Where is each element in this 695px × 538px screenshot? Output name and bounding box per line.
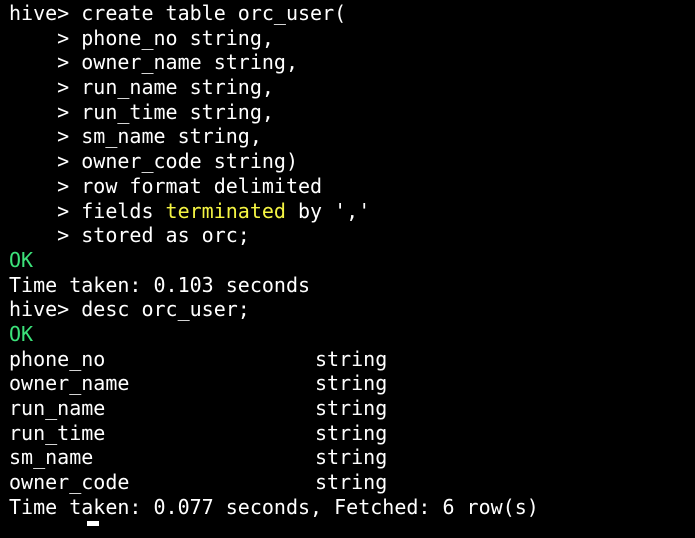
continuation-line: > owner_code string) (9, 149, 695, 174)
continuation-line: > run_time string, (9, 100, 695, 125)
continuation-line: > phone_no string, (9, 26, 695, 51)
hive-prompt: hive> (9, 1, 82, 25)
column-def-run-name: run_name string, (81, 75, 274, 100)
time-taken-create: Time taken: 0.103 seconds (9, 272, 311, 297)
cursor-line (9, 519, 695, 538)
continuation-line: > row format delimited (9, 174, 695, 199)
continuation-line: > fields terminated by ',' (9, 199, 695, 224)
row-format-clause: row format delimited (81, 173, 323, 198)
hive-create-command-line: hive> create table orc_user( (9, 1, 695, 26)
column-def-run-time: run_time string, (81, 99, 274, 124)
continuation-prompt: > (9, 149, 82, 174)
terminated-keyword: terminated (165, 198, 286, 223)
desc-column-type: string (315, 396, 388, 420)
continuation-prompt: > (9, 198, 82, 223)
desc-column-name: run_time (9, 420, 106, 445)
continuation-prompt: > (9, 223, 82, 248)
desc-column-type: string (315, 420, 388, 445)
desc-column-name: phone_no (9, 346, 106, 371)
desc-result-row: owner_name string (9, 371, 695, 396)
desc-result-row: sm_name string (9, 445, 695, 470)
fields-clause-post: by ',' (285, 198, 371, 223)
desc-column-name: sm_name (9, 445, 94, 470)
fields-clause-pre: fields (81, 198, 166, 223)
hive-prompt: hive> (9, 297, 82, 322)
time-taken-desc: Time taken: 0.077 seconds, Fetched: 6 ro… (9, 494, 539, 519)
continuation-prompt: > (9, 173, 82, 198)
continuation-prompt: > (9, 25, 82, 50)
hive-desc-command-line: hive> desc orc_user; (9, 297, 695, 322)
continuation-prompt: > (9, 99, 82, 124)
column-def-owner-name: owner_name string, (81, 50, 298, 75)
terminal-cursor[interactable] (87, 521, 99, 527)
desc-column-type: string (315, 346, 388, 371)
desc-column-name: owner_code (9, 470, 130, 495)
desc-column-type: string (315, 470, 388, 495)
continuation-prompt: > (9, 75, 82, 100)
continuation-prompt: > (9, 124, 82, 149)
column-def-sm-name: sm_name string, (81, 124, 262, 149)
desc-result-row: run_name string (9, 396, 695, 421)
desc-column-name: owner_name (9, 371, 130, 396)
column-def-phone-no: phone_no string, (81, 25, 274, 50)
desc-column-type: string (315, 371, 388, 396)
create-command-text: create table orc_user( (81, 1, 347, 25)
continuation-line: > stored as orc; (9, 223, 695, 248)
stored-as-clause: stored as orc; (81, 223, 250, 248)
continuation-line: > run_name string, (9, 75, 695, 100)
continuation-line: > owner_name string, (9, 50, 695, 75)
desc-result-row: run_time string (9, 421, 695, 446)
desc-column-name: run_name (9, 396, 106, 420)
column-def-owner-code: owner_code string) (81, 149, 298, 174)
ok-status: OK (9, 321, 34, 346)
ok-status: OK (9, 247, 34, 272)
desc-result-row: owner_code string (9, 470, 695, 495)
terminal-window[interactable]: hive> create table orc_user( > phone_no … (0, 0, 695, 538)
desc-result-row: phone_no string (9, 347, 695, 372)
continuation-line: > sm_name string, (9, 124, 695, 149)
continuation-prompt: > (9, 50, 82, 75)
desc-command-text: desc orc_user; (81, 297, 250, 322)
desc-column-type: string (315, 445, 388, 470)
